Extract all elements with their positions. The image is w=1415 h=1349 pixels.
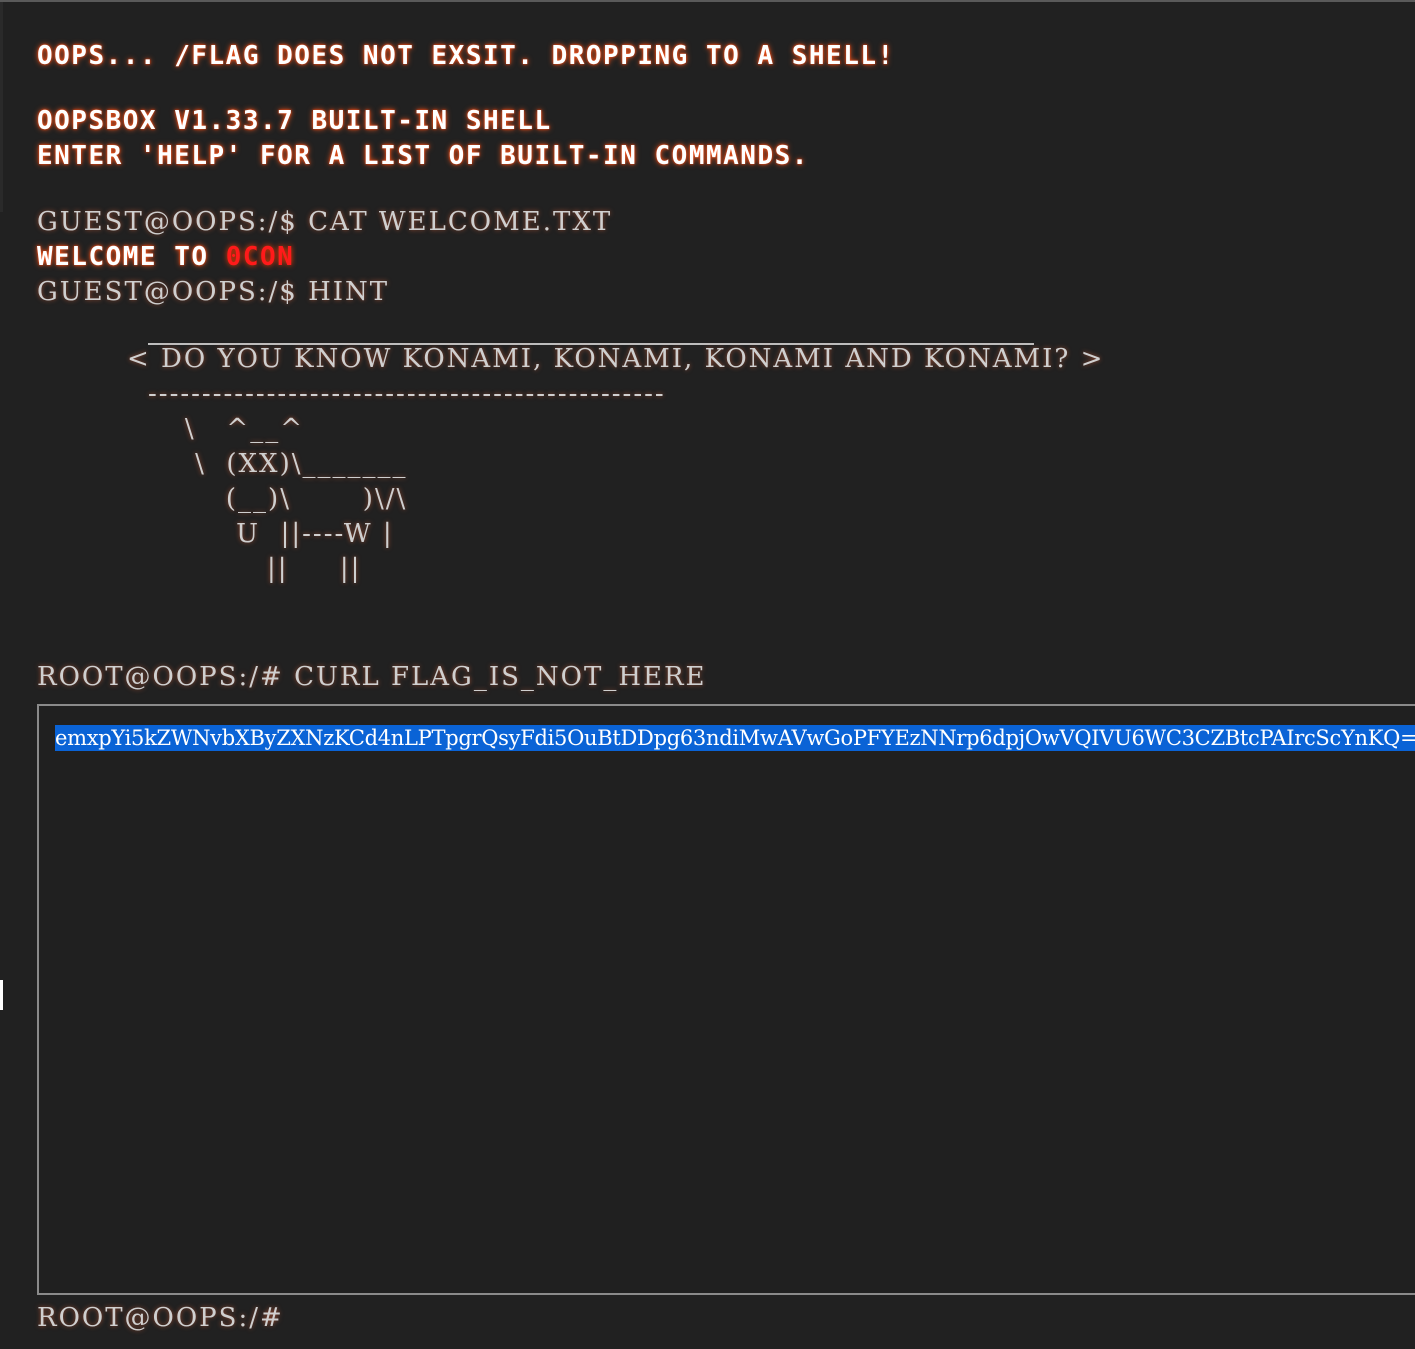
cow-art-line: || ||: [113, 554, 362, 584]
shell-prompt: ROOT@OOPS:/#: [37, 1303, 284, 1333]
terminal-window[interactable]: OOPS... /FLAG DOES NOT EXSIT. DROPPING T…: [0, 0, 1415, 1349]
banner-line-version: OOPSBOX V1.33.7 BUILT-IN SHELL: [37, 106, 552, 136]
welcome-prefix: WELCOME TO: [37, 242, 209, 272]
command-line-current[interactable]: ROOT@OOPS:/#: [37, 1302, 284, 1334]
welcome-output: WELCOME TO 0CON: [37, 241, 294, 273]
command-line-curl: ROOT@OOPS:/# CURL FLAG_IS_NOT_HERE: [37, 661, 707, 693]
banner-line-oops: OOPS... /FLAG DOES NOT EXSIT. DROPPING T…: [37, 41, 895, 71]
cow-art-line: \ (XX)\_______: [113, 449, 408, 479]
scroll-marker: [0, 980, 3, 1010]
speech-bubble-message: < DO YOU KNOW KONAMI, KONAMI, KONAMI AND…: [127, 344, 1105, 374]
window-edge: [0, 2, 3, 212]
welcome-highlight: 0CON: [225, 242, 295, 272]
selected-output-text[interactable]: emxpYi5kZWNvbXByZXNzKCd4nLPTpgrQsyFdi5Ou…: [55, 725, 1415, 751]
command-text: HINT: [308, 277, 390, 307]
banner-line-help: ENTER 'HELP' FOR A LIST OF BUILT-IN COMM…: [37, 141, 809, 171]
command-line-cat: GUEST@OOPS:/$ CAT WELCOME.TXT: [37, 206, 612, 238]
speech-bubble-bottom-border: ----------------------------------------…: [148, 379, 666, 409]
cow-art-line: U ||----W |: [113, 519, 394, 549]
cow-art-line: \ ^__^: [113, 414, 304, 444]
shell-prompt: GUEST@OOPS:/$: [37, 277, 298, 307]
cow-art-line: (__)\ )\/\: [113, 484, 408, 514]
command-text: CURL FLAG_IS_NOT_HERE: [294, 662, 707, 692]
cowsay-art: < DO YOU KNOW KONAMI, KONAMI, KONAMI AND…: [37, 342, 1104, 587]
command-text: CAT WELCOME.TXT: [308, 207, 613, 237]
shell-prompt: ROOT@OOPS:/#: [37, 662, 284, 692]
curl-output-box[interactable]: emxpYi5kZWNvbXByZXNzKCd4nLPTpgrQsyFdi5Ou…: [37, 704, 1415, 1295]
shell-prompt: GUEST@OOPS:/$: [37, 207, 298, 237]
command-line-hint: GUEST@OOPS:/$ HINT: [37, 276, 389, 308]
